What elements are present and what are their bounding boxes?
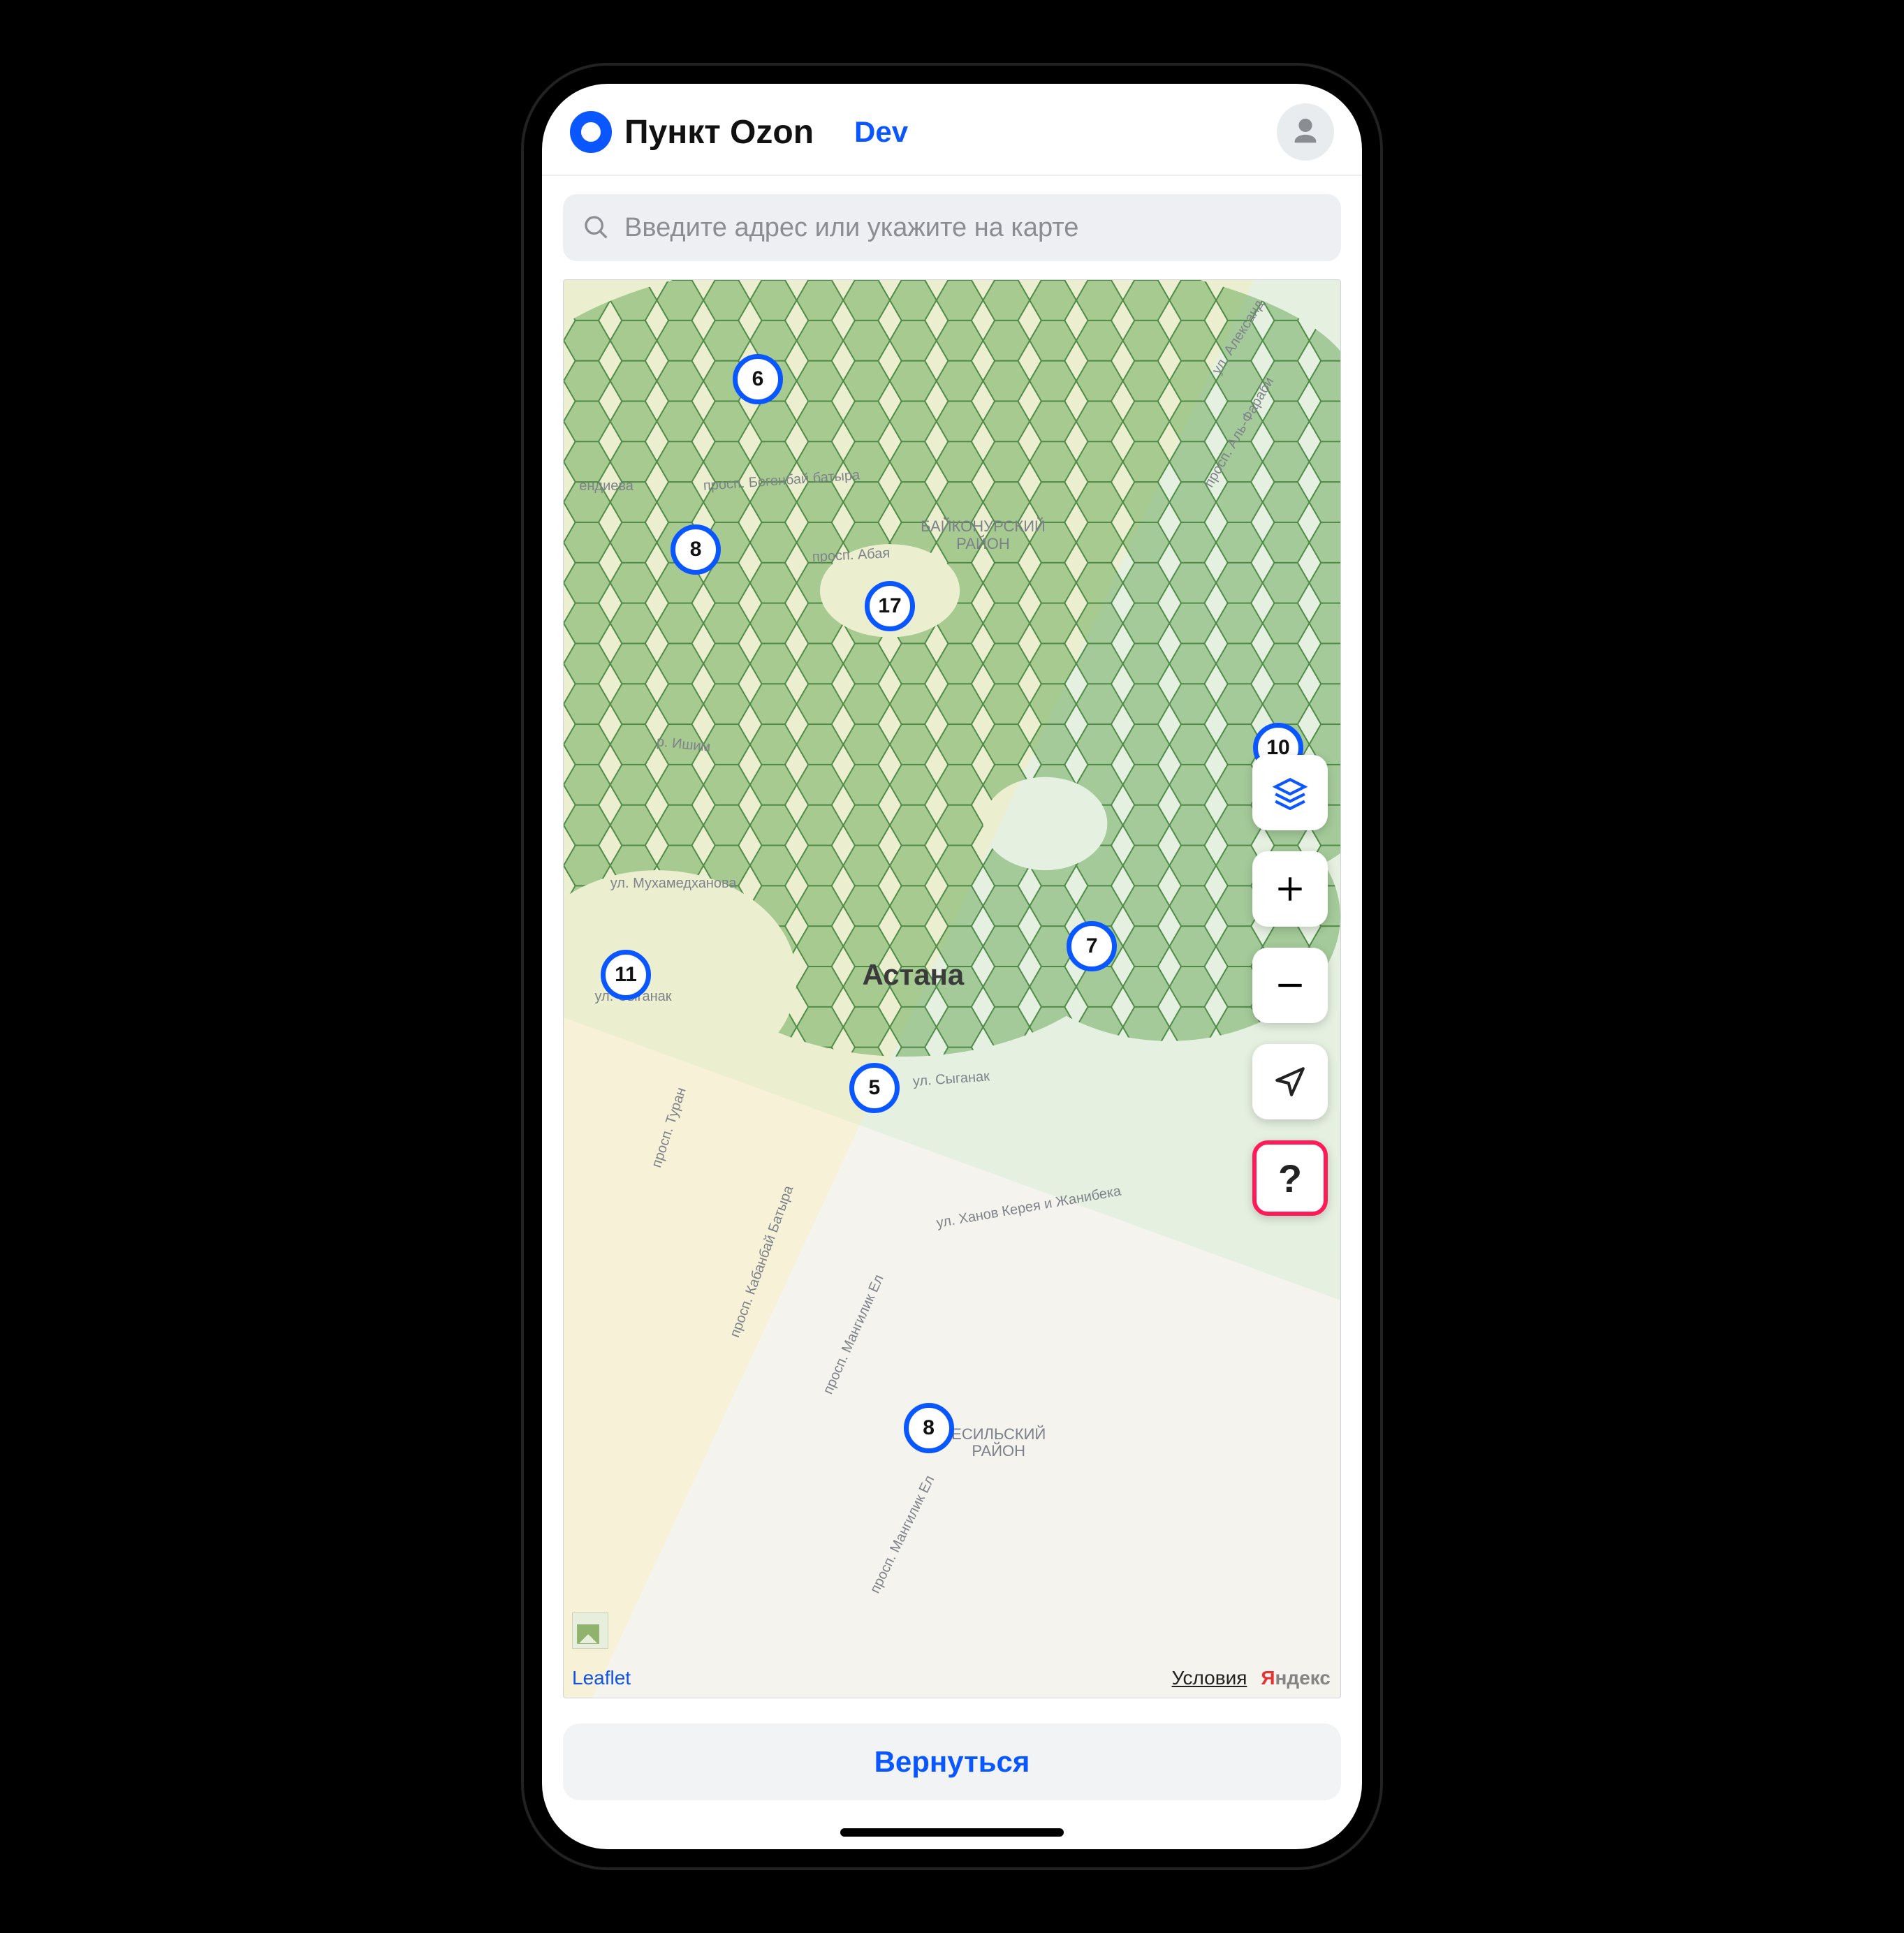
profile-button[interactable] [1277,103,1334,161]
layers-button[interactable] [1252,755,1328,830]
road-label: просп. Абая [812,545,890,566]
page-title: Пункт Ozon [624,113,814,152]
plus-icon [1273,872,1308,906]
road-label: ул. Александ [1209,297,1268,377]
user-icon [1289,116,1321,148]
ozon-logo-icon [570,111,612,153]
home-indicator [840,1828,1064,1837]
zoom-out-button[interactable] [1252,948,1328,1023]
cluster-marker[interactable]: 7 [1067,921,1117,971]
cluster-marker[interactable]: 8 [904,1403,954,1453]
road-label: просп. Богенбай батыра [703,468,861,495]
hex-overlay [564,280,1340,1057]
district-label: ЕСИЛЬСКИЙРАЙОН [951,1425,1046,1459]
road-label: просп. Мангилик Ел [867,1473,938,1596]
return-button[interactable]: Вернуться [563,1723,1341,1800]
broken-image-icon [572,1612,608,1649]
search-placeholder: Введите адрес или укажите на карте [624,213,1078,243]
navigate-icon [1273,1064,1308,1099]
cluster-marker[interactable]: 5 [849,1063,900,1113]
question-icon: ? [1278,1156,1302,1201]
map-city-label: Астана [862,958,964,992]
search-icon [583,214,610,242]
cluster-marker[interactable]: 17 [865,581,915,631]
locate-button[interactable] [1252,1044,1328,1119]
road-label: ул. Сыганак [913,1068,990,1090]
layers-icon [1273,775,1308,810]
road-label: просп. Аль-Фараби [1201,375,1277,491]
road-label: р. Ишим [656,734,712,756]
map-canvas[interactable]: Астана БАЙКОНУРСКИЙРАЙОН ЕСИЛЬСКИЙРАЙОН п… [563,279,1341,1698]
terms-link[interactable]: Условия [1172,1667,1247,1689]
road-label: ул. Мухамедханова [610,876,737,892]
road-label: просп. Мангилик Ел [821,1272,888,1397]
cluster-marker[interactable]: 8 [671,524,721,575]
env-badge: Dev [854,115,908,149]
minus-icon [1273,968,1308,1003]
road-label: просп. Туран [650,1085,691,1169]
search-input[interactable]: Введите адрес или укажите на карте [563,194,1341,261]
app-header: Пункт Ozon Dev [542,84,1362,176]
help-button[interactable]: ? [1252,1140,1328,1216]
zoom-in-button[interactable] [1252,851,1328,927]
return-button-label: Вернуться [874,1745,1030,1779]
cluster-marker[interactable]: 6 [733,354,783,404]
road-label: просп. Кабанбай Батыра [727,1184,797,1339]
map-controls: ? [1252,755,1328,1216]
road-label: ендиева [579,478,634,494]
leaflet-attribution[interactable]: Leaflet [572,1667,631,1689]
district-label: БАЙКОНУРСКИЙРАЙОН [921,518,1046,552]
cluster-marker[interactable]: 11 [601,950,651,1000]
road-label: ул. Ханов Керея и Жанибека [935,1183,1122,1231]
yandex-attribution[interactable]: Яндекс [1261,1667,1331,1689]
